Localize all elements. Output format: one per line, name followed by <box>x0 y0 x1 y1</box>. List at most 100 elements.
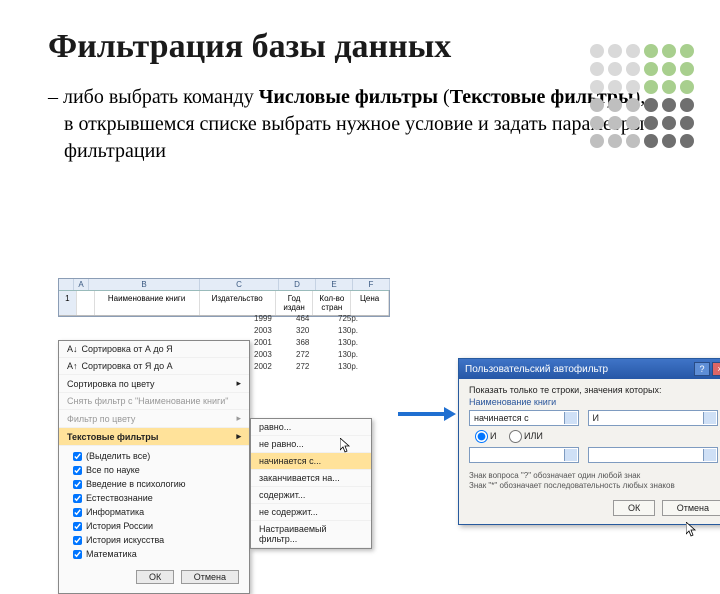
cursor-icon <box>686 522 697 538</box>
chk-label: Естествознание <box>86 493 153 503</box>
radio-and-input[interactable] <box>475 430 488 443</box>
dot <box>608 80 622 94</box>
data-cell: 272 <box>296 349 330 361</box>
dot <box>590 44 604 58</box>
dot <box>626 116 640 130</box>
close-button[interactable]: × <box>712 362 720 376</box>
dot <box>680 98 694 112</box>
data-cell: 2002 <box>254 361 288 373</box>
checkbox[interactable] <box>73 508 82 517</box>
check-item[interactable]: История искусства <box>65 533 243 547</box>
dot <box>680 44 694 58</box>
hdr-cell[interactable]: Год издан <box>276 291 314 315</box>
chk-label: (Выделить все) <box>86 451 150 461</box>
hdr-cell[interactable]: Кол-во стран <box>313 291 351 315</box>
chevron-right-icon: ▸ <box>236 431 241 442</box>
dot <box>626 80 640 94</box>
data-cell: 725р. <box>338 313 372 325</box>
dot-grid <box>590 44 694 148</box>
radio-or[interactable]: ИЛИ <box>509 431 543 441</box>
col-letter: F <box>353 279 390 290</box>
column-letters-row: A B C D E F <box>59 279 389 291</box>
data-cell: 130р. <box>338 337 372 349</box>
radio-and[interactable]: И <box>475 431 496 441</box>
chk-label: История искусства <box>86 535 164 545</box>
sort-az-icon: A↓ <box>67 344 78 354</box>
check-item[interactable]: Информатика <box>65 505 243 519</box>
check-item[interactable]: Математика <box>65 547 243 561</box>
chk-label: Математика <box>86 549 137 559</box>
sm-begins-with[interactable]: начинается с... <box>251 453 371 470</box>
sort-za-icon: A↑ <box>67 361 78 371</box>
dot <box>644 98 658 112</box>
col-letter: C <box>200 279 279 290</box>
check-item[interactable]: Все по науке <box>65 463 243 477</box>
check-item[interactable]: История России <box>65 519 243 533</box>
radio-or-input[interactable] <box>509 430 522 443</box>
checkbox[interactable] <box>73 522 82 531</box>
data-cell: 130р. <box>338 325 372 337</box>
check-select-all[interactable]: (Выделить все) <box>65 449 243 463</box>
sort-za[interactable]: A↑Сортировка от Я до А <box>59 358 249 375</box>
menu-label: Текстовые фильтры <box>67 432 158 442</box>
chk-label: Введение в психологию <box>86 479 186 489</box>
op2-combo[interactable] <box>469 447 579 463</box>
sm-contains[interactable]: содержит... <box>251 487 371 504</box>
dot <box>608 44 622 58</box>
check-item[interactable]: Естествознание <box>65 491 243 505</box>
hdr-cell[interactable]: Наименование книги <box>95 291 200 315</box>
data-cell: 368 <box>296 337 330 349</box>
sm-custom[interactable]: Настраиваемый фильтр... <box>251 521 371 548</box>
arrow-icon <box>398 408 458 420</box>
filter-cancel-button[interactable]: Отмена <box>181 570 239 584</box>
data-cell: 464 <box>296 313 330 325</box>
dot <box>644 116 658 130</box>
cursor-icon <box>340 438 351 454</box>
filter-footer: ОК Отмена <box>59 564 249 593</box>
data-cell: 130р. <box>338 361 372 373</box>
menu-label: Сортировка от А до Я <box>82 344 173 354</box>
data-cell: 272 <box>296 361 330 373</box>
dialog-ok-button[interactable]: ОК <box>613 500 655 516</box>
hdr-cell[interactable]: Издательство <box>200 291 276 315</box>
text-filters[interactable]: Текстовые фильтры ▸ <box>59 428 249 446</box>
filter-ok-button[interactable]: ОК <box>136 570 174 584</box>
hdr-cell <box>77 291 95 315</box>
help-button[interactable]: ? <box>694 362 710 376</box>
val1-combo[interactable]: И <box>588 410 718 426</box>
dot <box>662 116 676 130</box>
dot <box>590 62 604 76</box>
dot <box>590 80 604 94</box>
checkbox-list: (Выделить все) Все по науке Введение в пс… <box>59 446 249 564</box>
sm-not-contains[interactable]: не содержит... <box>251 504 371 521</box>
dot <box>680 134 694 148</box>
val2-combo[interactable] <box>588 447 718 463</box>
dot <box>608 62 622 76</box>
body-paragraph: – либо выбрать команду Числовые фильтры … <box>48 84 650 165</box>
sm-equals[interactable]: равно... <box>251 419 371 436</box>
sort-by-color[interactable]: Сортировка по цвету▸ <box>59 375 249 393</box>
op1-combo[interactable]: начинается с <box>469 410 579 426</box>
checkbox[interactable] <box>73 536 82 545</box>
dot <box>680 116 694 130</box>
sort-az[interactable]: A↓ Сортировка от А до Я <box>59 341 249 358</box>
checkbox[interactable] <box>73 466 82 475</box>
body-t2: ( <box>438 86 450 108</box>
dialog-titlebar[interactable]: Пользовательский автофильтр ? × <box>459 359 720 379</box>
dot <box>644 134 658 148</box>
data-cell: 1999 <box>254 313 288 325</box>
radio-and-label: И <box>490 431 496 441</box>
checkbox[interactable] <box>73 550 82 559</box>
check-item[interactable]: Введение в психологию <box>65 477 243 491</box>
col-letter: D <box>279 279 316 290</box>
dot <box>626 134 640 148</box>
dot <box>680 80 694 94</box>
hdr-cell[interactable]: Цена <box>351 291 389 315</box>
dialog-cancel-button[interactable]: Отмена <box>662 500 720 516</box>
sm-ends-with[interactable]: заканчивается на... <box>251 470 371 487</box>
checkbox[interactable] <box>73 480 82 489</box>
sm-not-equals[interactable]: не равно... <box>251 436 371 453</box>
checkbox[interactable] <box>73 494 82 503</box>
checkbox[interactable] <box>73 452 82 461</box>
col-letter: A <box>74 279 89 290</box>
